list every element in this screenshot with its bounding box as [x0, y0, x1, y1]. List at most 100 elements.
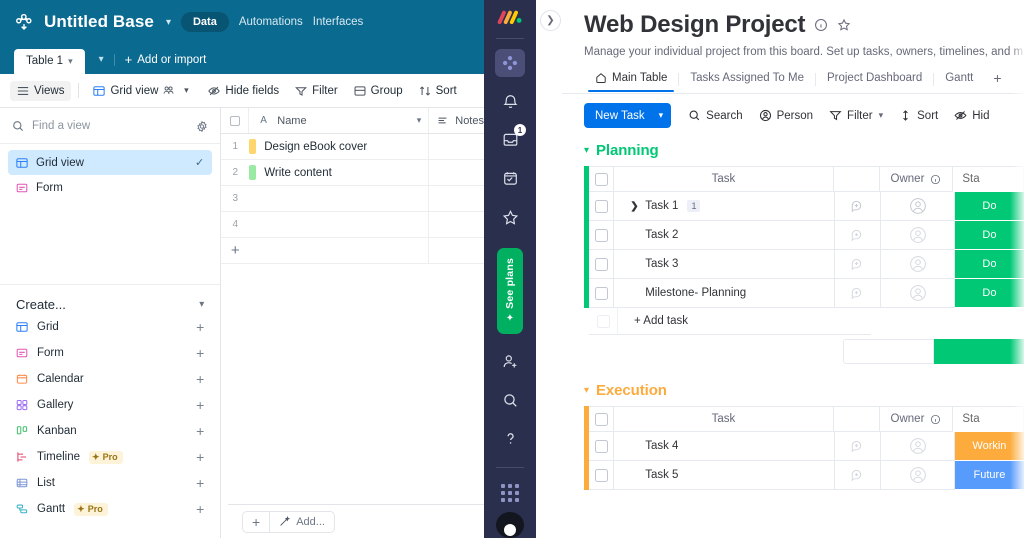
table-row[interactable]: 3 — [221, 186, 484, 212]
row-checkbox[interactable] — [589, 192, 615, 221]
table-row[interactable]: Task 3 Do — [584, 250, 1024, 279]
info-icon[interactable] — [814, 18, 828, 32]
plus-icon[interactable]: + — [196, 372, 204, 386]
plus-icon[interactable]: + — [196, 502, 204, 516]
create-item-form[interactable]: Form + — [8, 340, 212, 366]
create-item-timeline[interactable]: Timeline ✦ Pro + — [8, 444, 212, 470]
row-checkbox[interactable] — [589, 432, 615, 461]
chevron-down-icon[interactable]: ▾ — [180, 85, 192, 97]
cell-task[interactable]: ❯ Task 1 1 — [614, 192, 836, 221]
chevron-down-icon[interactable]: ▾ — [166, 17, 171, 28]
cell-owner[interactable] — [881, 221, 955, 250]
add-update-icon[interactable] — [835, 250, 882, 279]
apps-grid-icon[interactable] — [501, 484, 519, 503]
invite-member-icon[interactable] — [495, 348, 525, 376]
grid-view-button[interactable]: Grid view ▾ — [86, 81, 199, 101]
group-header[interactable]: ▾ Planning — [584, 142, 1024, 159]
nav-tab-automations[interactable]: Automations — [239, 16, 303, 28]
gear-icon[interactable] — [196, 120, 208, 132]
add-update-icon[interactable] — [835, 221, 882, 250]
search-button[interactable]: Search — [681, 105, 749, 126]
column-header-owner[interactable]: Owner — [879, 166, 954, 192]
row-checkbox[interactable] — [589, 461, 615, 490]
create-item-list[interactable]: List + — [8, 470, 212, 496]
column-header-name[interactable]: A Name ▾ — [249, 108, 430, 133]
column-header-status[interactable]: Sta — [953, 406, 1024, 432]
create-item-gantt[interactable]: Gantt ✦ Pro + — [8, 496, 212, 522]
info-icon[interactable] — [930, 414, 941, 425]
status-badge[interactable]: Future — [954, 461, 1024, 490]
add-record-button[interactable]: + — [243, 512, 269, 532]
workspace-icon[interactable] — [495, 48, 525, 77]
views-button[interactable]: Views — [10, 80, 72, 101]
cell-task[interactable]: Task 4 — [614, 432, 836, 461]
filter-button[interactable]: Filter — [288, 81, 345, 101]
cell-task[interactable]: Task 5 — [614, 461, 836, 490]
column-header-task[interactable]: Task — [614, 406, 834, 432]
create-item-calendar[interactable]: Calendar + — [8, 366, 212, 392]
tab-gantt[interactable]: Gantt — [934, 67, 984, 92]
tab-tasks-assigned-to-me[interactable]: Tasks Assigned To Me — [679, 67, 815, 92]
status-badge[interactable]: Do — [954, 250, 1024, 279]
plus-icon[interactable]: + — [196, 476, 204, 490]
chevron-down-icon[interactable]: ▾ — [584, 385, 589, 396]
plus-icon[interactable]: + — [196, 424, 204, 438]
status-badge[interactable]: Do — [954, 221, 1024, 250]
status-badge[interactable]: Workin — [954, 432, 1024, 461]
bell-icon[interactable] — [495, 88, 525, 116]
row-checkbox[interactable] — [589, 250, 615, 279]
cell-name[interactable]: Design eBook cover — [249, 134, 430, 159]
cell-owner[interactable] — [881, 279, 955, 308]
chevron-right-icon[interactable]: ❯ — [540, 10, 561, 31]
select-all-checkbox[interactable] — [589, 166, 615, 192]
table-row[interactable]: Task 5 Future — [584, 461, 1024, 490]
table-row[interactable]: 4 — [221, 212, 484, 238]
cell-name[interactable] — [249, 212, 430, 237]
table-row[interactable]: Milestone- Planning Do — [584, 279, 1024, 308]
table-row[interactable]: 2 Write content — [221, 160, 484, 186]
inbox-icon[interactable]: 1 — [495, 124, 526, 154]
table-row[interactable]: Task 4 Workin — [584, 432, 1024, 461]
row-checkbox[interactable] — [589, 221, 615, 250]
group-button[interactable]: Group — [347, 81, 410, 101]
sidebar-item-form[interactable]: Form — [8, 175, 212, 200]
table-row[interactable]: Task 2 Do — [584, 221, 1024, 250]
help-question-icon[interactable] — [495, 425, 525, 453]
cell-notes[interactable] — [429, 160, 484, 185]
status-badge[interactable]: Do — [954, 192, 1024, 221]
status-badge[interactable]: Do — [954, 279, 1024, 308]
cell-task[interactable]: Milestone- Planning — [614, 279, 836, 308]
cell-owner[interactable] — [881, 250, 955, 279]
row-checkbox[interactable] — [589, 279, 615, 308]
create-item-kanban[interactable]: Kanban + — [8, 418, 212, 444]
add-row-button[interactable]: + — [221, 238, 484, 264]
see-plans-button[interactable]: ✦ See plans — [497, 247, 523, 334]
plus-icon[interactable]: + — [196, 450, 204, 464]
column-header-task[interactable]: Task — [614, 166, 834, 192]
create-item-gallery[interactable]: Gallery + — [8, 392, 212, 418]
cell-task[interactable]: Task 3 — [614, 250, 836, 279]
plus-icon[interactable]: + — [196, 346, 204, 360]
cell-task[interactable]: Task 2 — [614, 221, 836, 250]
cell-owner[interactable] — [881, 192, 955, 221]
my-work-icon[interactable] — [495, 165, 525, 193]
filter-button[interactable]: Filter ▾ — [822, 105, 890, 126]
add-task-row[interactable]: + Add task — [584, 308, 1024, 335]
table-tab-table-1[interactable]: Table 1 ▾ — [14, 49, 85, 74]
table-row[interactable]: ❯ Task 1 1 Do — [584, 192, 1024, 221]
new-task-button[interactable]: New Task ▾ — [584, 103, 672, 128]
select-all-checkbox[interactable] — [221, 108, 250, 133]
select-all-checkbox[interactable] — [589, 406, 615, 432]
chevron-down-icon[interactable]: ▾ — [99, 54, 104, 65]
search-icon[interactable] — [495, 386, 525, 414]
create-item-grid[interactable]: Grid + — [8, 314, 212, 340]
add-tab-button[interactable]: + — [984, 70, 1010, 90]
add-update-icon[interactable] — [835, 432, 882, 461]
avatar[interactable] — [496, 512, 524, 538]
chevron-right-icon[interactable]: ❯ — [630, 201, 639, 212]
tab-project-dashboard[interactable]: Project Dashboard — [816, 67, 933, 92]
hide-fields-button[interactable]: Hide fields — [201, 81, 286, 101]
sidebar-item-grid-view[interactable]: Grid view ✓ — [8, 150, 213, 175]
chevron-down-icon[interactable]: ▾ — [584, 145, 589, 156]
cell-name[interactable]: Write content — [249, 160, 430, 185]
